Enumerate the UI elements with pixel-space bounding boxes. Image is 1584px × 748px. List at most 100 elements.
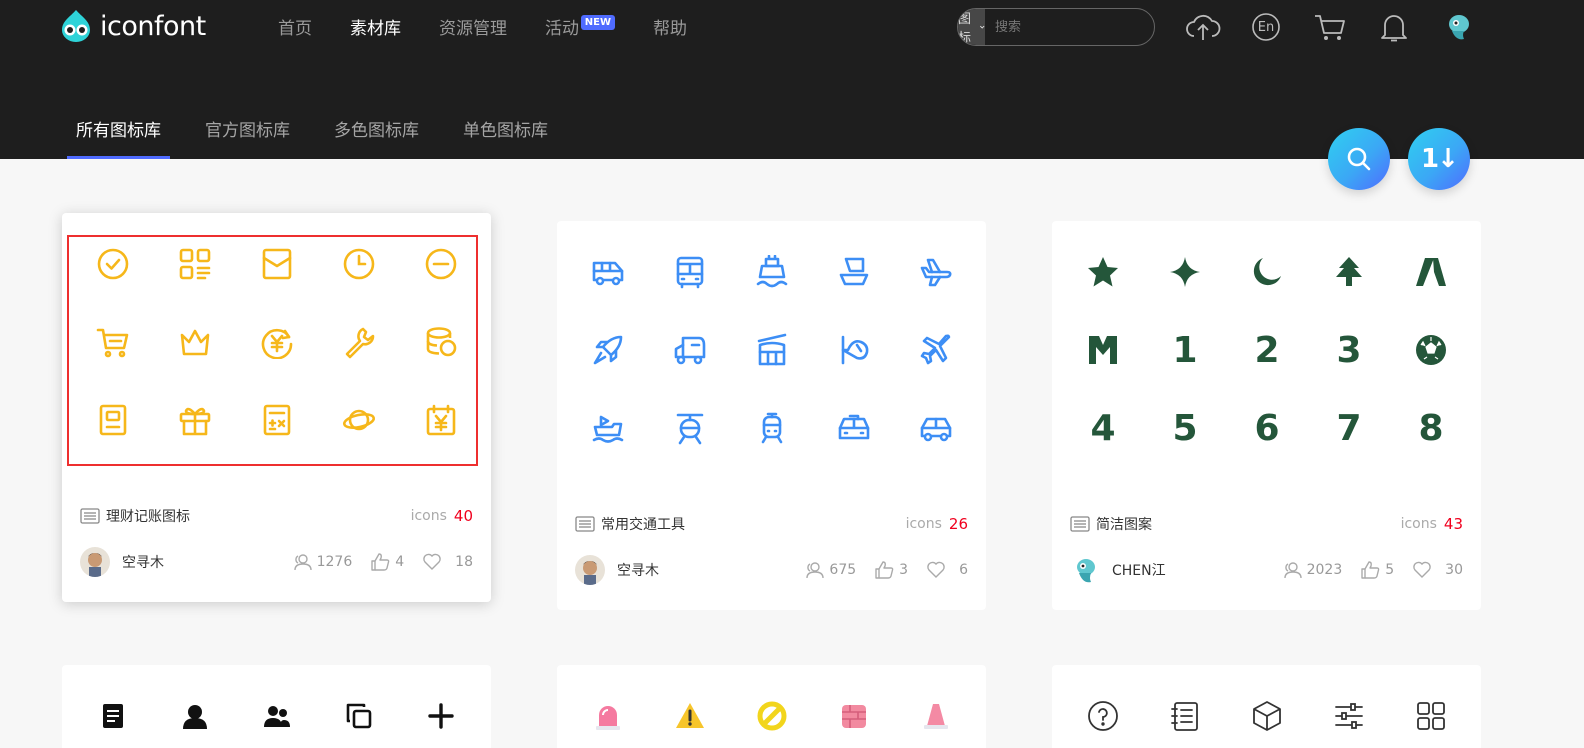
sort-fab-button[interactable]: 1↓: [1408, 128, 1470, 190]
cable-car-icon: [731, 311, 813, 389]
card-user-row: CHEN江 2023 5 30: [1070, 555, 1463, 585]
apps-icon: [154, 225, 236, 303]
icon-count: 43: [1443, 515, 1463, 533]
icon-preview-grid: 1 2 3 4 5 6 7 8: [1062, 233, 1472, 467]
number-5-icon: 5: [1172, 407, 1198, 449]
icon-library-card[interactable]: 常用交通工具 icons 26 空寻木 675 3 6: [557, 221, 986, 610]
user-avatar[interactable]: [1440, 9, 1476, 45]
favorites-stat[interactable]: 6: [926, 561, 968, 579]
number-6-icon: 6: [1254, 407, 1280, 449]
nav-help[interactable]: 帮助: [653, 14, 687, 39]
nav-activity[interactable]: 活动 NEW: [545, 14, 615, 39]
likes-stat[interactable]: 4: [370, 553, 404, 571]
search-type-select[interactable]: 图标: [958, 9, 986, 46]
boat-icon: [813, 233, 895, 311]
letter-m-icon: [1062, 311, 1144, 389]
language-button[interactable]: En: [1248, 9, 1284, 45]
tab-multicolor-libraries[interactable]: 多色图标库: [325, 116, 428, 159]
number-7-icon: 7: [1336, 407, 1362, 449]
author-avatar[interactable]: [80, 547, 110, 577]
copy-icon: [318, 677, 400, 748]
train-icon: [731, 389, 813, 467]
cart-button[interactable]: [1312, 9, 1348, 45]
number-8-icon: 8: [1418, 407, 1444, 449]
moon-icon: [1226, 233, 1308, 311]
iconfont-logo[interactable]: iconfont: [58, 6, 206, 46]
upload-button[interactable]: [1185, 9, 1221, 45]
library-name[interactable]: 理财记账图标: [106, 506, 190, 526]
tab-monochrome-libraries[interactable]: 单色图标库: [454, 116, 557, 159]
new-badge: NEW: [580, 15, 615, 30]
card-meta-row: 常用交通工具 icons 26: [575, 514, 968, 534]
search-box: 图标: [957, 8, 1155, 46]
notification-button[interactable]: [1376, 9, 1412, 45]
library-icon: [1070, 516, 1090, 532]
warning-icon: [649, 677, 731, 748]
icon-preview-grid: [72, 677, 482, 748]
library-icon: [575, 516, 595, 532]
bus-icon: [649, 233, 731, 311]
heart-icon: [423, 553, 441, 570]
ship-icon: [731, 233, 813, 311]
siren-icon: [567, 677, 649, 748]
author-avatar[interactable]: [575, 555, 605, 585]
search-input[interactable]: [985, 9, 1154, 45]
likes-stat[interactable]: 3: [874, 561, 908, 579]
favorites-stat[interactable]: 30: [1412, 561, 1463, 579]
plus-icon: [400, 677, 482, 748]
author-name[interactable]: 空寻木: [122, 552, 164, 572]
author-name[interactable]: 空寻木: [617, 560, 659, 580]
heart-icon: [1413, 561, 1431, 578]
followers-stat: 1276: [292, 553, 352, 571]
nav-resource-manage[interactable]: 资源管理: [439, 14, 507, 39]
library-name[interactable]: 简洁图案: [1096, 514, 1152, 534]
users-icon: [806, 562, 825, 579]
icons-label: icons: [905, 516, 942, 532]
users-icon: [236, 677, 318, 748]
icon-library-card[interactable]: [1052, 665, 1481, 748]
search-icon: [1347, 147, 1371, 171]
nav-home[interactable]: 首页: [278, 14, 312, 39]
thumbs-up-icon: [1361, 561, 1380, 579]
icon-library-card[interactable]: 理财记账图标 icons 40 空寻木 1276 4 18: [62, 213, 491, 602]
icon-library-card[interactable]: 1 2 3 4 5 6 7 8 简洁图案 icons 43 CHEN江 2023…: [1052, 221, 1481, 610]
icon-library-card[interactable]: [62, 665, 491, 748]
icon-preview-grid: [1062, 677, 1472, 748]
tram-icon: [649, 389, 731, 467]
icons-label: icons: [410, 508, 447, 524]
cargo-ship-icon: [567, 389, 649, 467]
library-icon: [80, 508, 100, 524]
likes-stat[interactable]: 5: [1360, 561, 1394, 579]
gift-icon: [154, 381, 236, 459]
tab-official-libraries[interactable]: 官方图标库: [196, 116, 299, 159]
nav-library[interactable]: 素材库: [350, 14, 401, 39]
document-icon: [72, 677, 154, 748]
user-avatar-icon: [1449, 15, 1469, 40]
cube-icon: [1226, 677, 1308, 748]
nav-activity-label: 活动: [545, 19, 579, 39]
logo-text: iconfont: [100, 10, 206, 42]
followers-stat: 2023: [1282, 561, 1342, 579]
sparkle-icon: [1144, 233, 1226, 311]
icon-library-card[interactable]: [557, 665, 986, 748]
library-name[interactable]: 常用交通工具: [601, 514, 685, 534]
shopping-cart-icon: [72, 303, 154, 381]
planet-icon: [318, 381, 400, 459]
soccer-ball-icon: [1390, 311, 1472, 389]
tab-all-libraries[interactable]: 所有图标库: [67, 116, 170, 159]
author-avatar[interactable]: [1070, 555, 1100, 585]
user-icon: [154, 677, 236, 748]
bell-icon: [1381, 15, 1407, 42]
car-icon: [895, 389, 977, 467]
letter-a-icon: [1390, 233, 1472, 311]
likes-count: 5: [1385, 562, 1395, 578]
favorites-stat[interactable]: 18: [422, 553, 473, 571]
search-type-label: 图标: [958, 12, 972, 46]
heart-icon: [927, 561, 945, 578]
users-icon: [1283, 562, 1302, 579]
search-fab-button[interactable]: [1328, 128, 1390, 190]
icon-count: 40: [453, 507, 473, 525]
card-user-row: 空寻木 1276 4 18: [80, 547, 473, 577]
author-name[interactable]: CHEN江: [1112, 560, 1166, 580]
question-circle-icon: [1062, 677, 1144, 748]
